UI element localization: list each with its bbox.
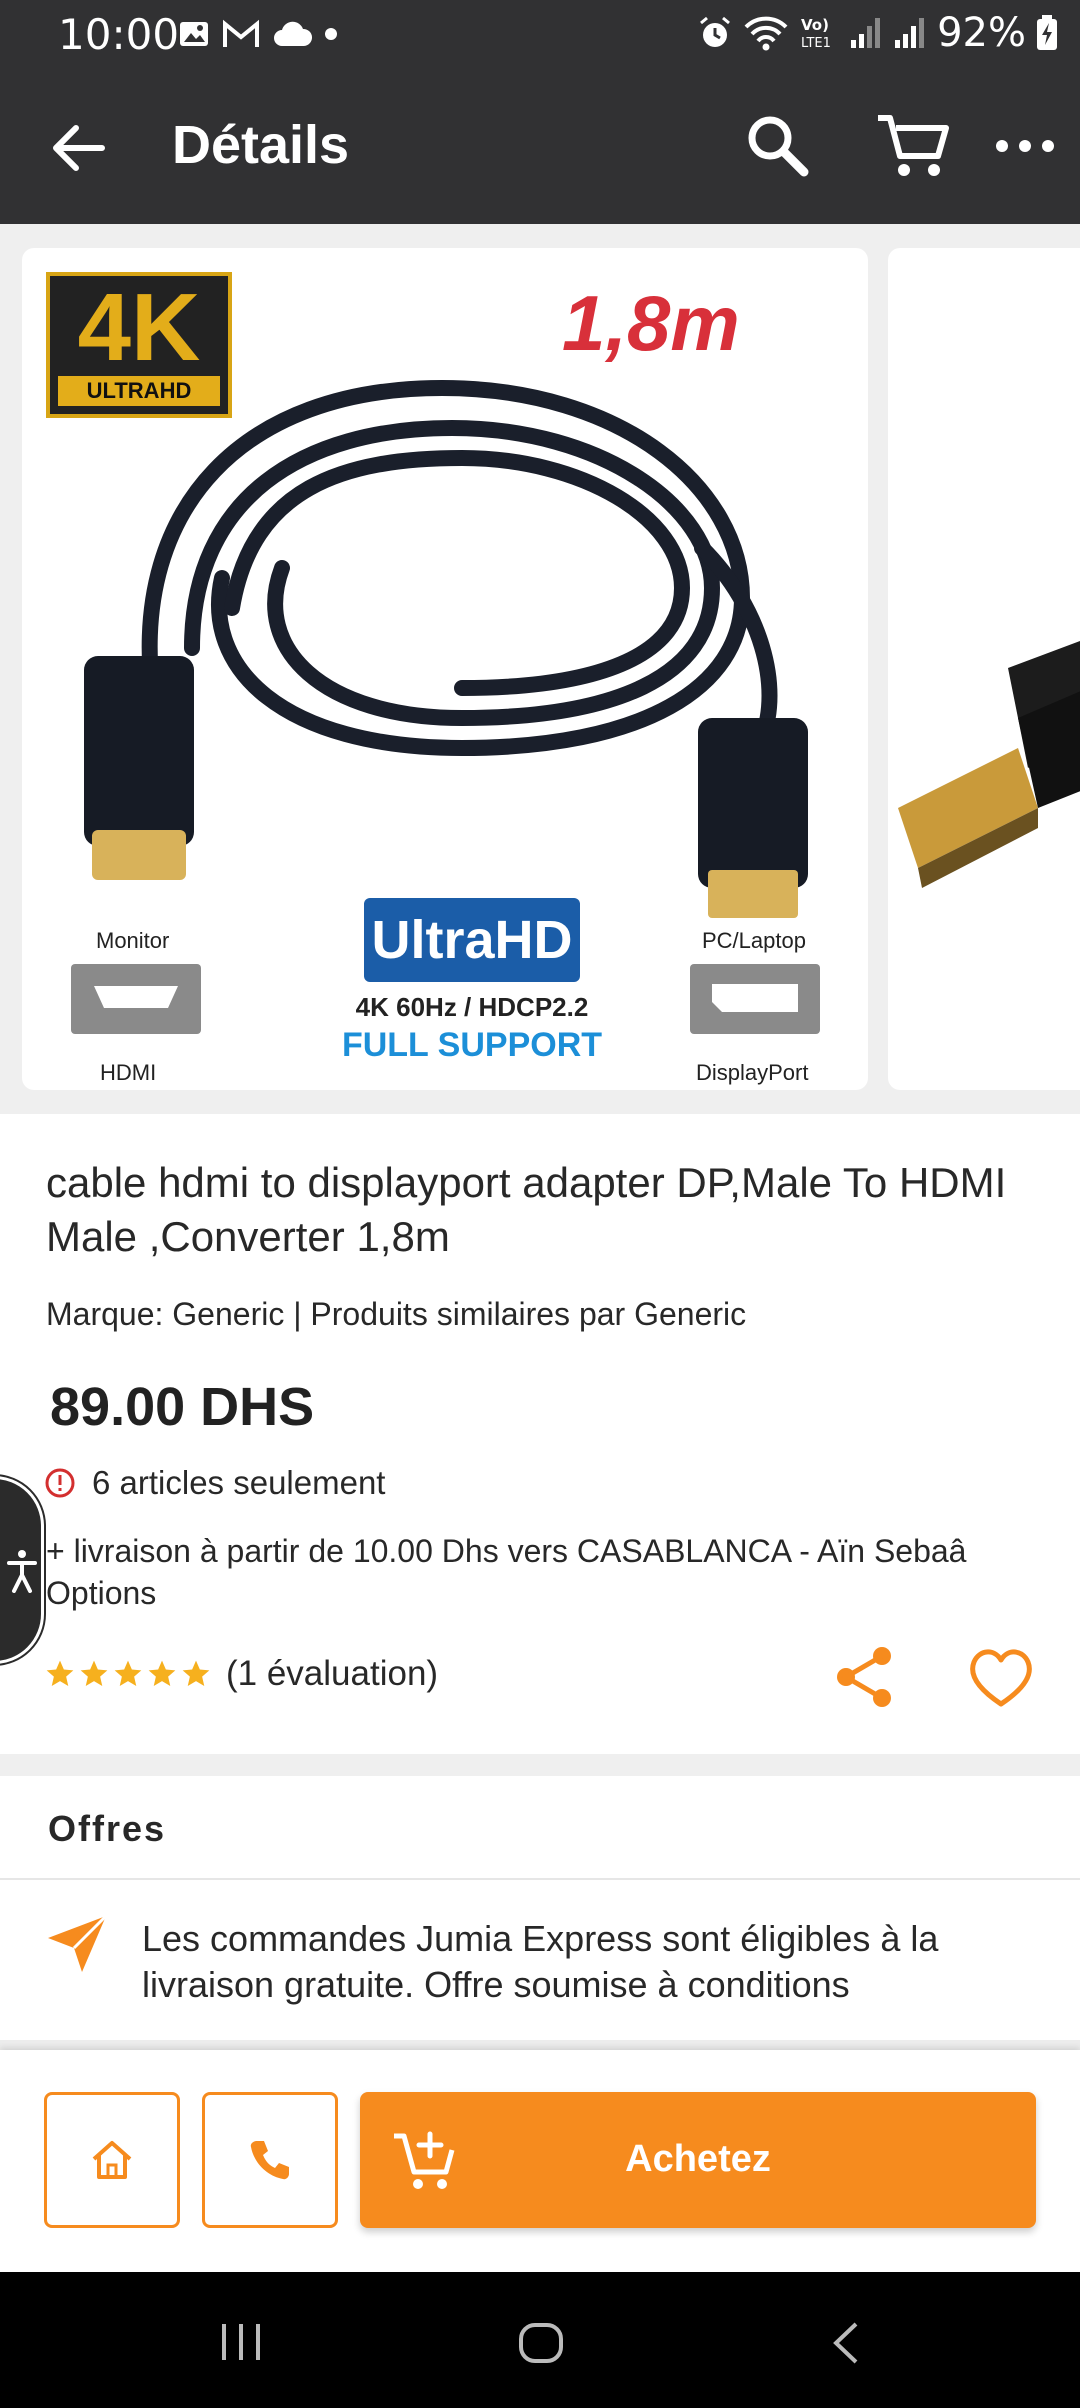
- favorite-button[interactable]: [964, 1642, 1038, 1712]
- product-image-next[interactable]: [888, 248, 1080, 1090]
- product-info: cable hdmi to displayport adapter DP,Mal…: [0, 1114, 1080, 1754]
- more-options-button[interactable]: [990, 116, 1060, 176]
- heart-icon: [970, 1649, 1032, 1707]
- star-icon: [114, 1660, 142, 1686]
- svg-text:LTE1: LTE1: [801, 36, 831, 51]
- battery-percent: 92%: [937, 10, 1026, 56]
- system-nav-bar: [0, 2272, 1080, 2408]
- back-arrow-icon: [53, 125, 105, 171]
- left-port-bottom-label: HDMI: [100, 1060, 157, 1085]
- nav-home-icon[interactable]: [518, 2322, 564, 2364]
- star-icon: [46, 1660, 74, 1686]
- uhd-spec: 4K 60Hz / HDCP2.2: [355, 992, 589, 1022]
- home-button[interactable]: [44, 2092, 180, 2228]
- search-icon: [748, 116, 809, 177]
- cloud-icon: [274, 21, 312, 46]
- cart-icon: [878, 115, 949, 176]
- offers-header: Offres: [0, 1776, 1080, 1880]
- offer-item[interactable]: Les commandes Jumia Express sont éligibl…: [0, 1880, 1080, 2040]
- gallery-icon: [180, 22, 208, 46]
- brand-line[interactable]: Marque: Generic | Produits similaires pa…: [46, 1296, 746, 1333]
- express-plane-icon: [48, 1914, 108, 1972]
- offers-title: Offres: [48, 1808, 167, 1849]
- wifi-icon: [744, 16, 788, 51]
- bottom-action-bar: Achetez: [0, 2050, 1080, 2272]
- svg-text:Vo): Vo): [801, 16, 829, 34]
- volte-icon: Vo) LTE1: [801, 16, 831, 51]
- connector-illustration: [898, 641, 1080, 888]
- share-icon: [837, 1647, 891, 1707]
- page-title: Détails: [172, 115, 350, 175]
- battery-charging-icon: [1037, 15, 1057, 50]
- right-port-top-label: PC/Laptop: [702, 928, 806, 953]
- app-bar: Détails: [0, 72, 1080, 224]
- phone-icon: [250, 2141, 289, 2180]
- product-gallery[interactable]: 4K ULTRAHD 1,8m Monitor HDMI PC/Laptop D…: [0, 224, 1080, 1114]
- section-divider: [0, 2040, 1080, 2050]
- rating-text[interactable]: (1 évaluation): [226, 1654, 438, 1694]
- signal-icon: [851, 18, 881, 48]
- accessibility-icon: [7, 1550, 37, 1593]
- status-time: 10:00: [58, 10, 180, 59]
- left-port-top-label: Monitor: [96, 928, 170, 953]
- nav-back-icon[interactable]: [828, 2320, 862, 2366]
- product-price: 89.00 DHS: [50, 1377, 315, 1437]
- rating-stars: [44, 1658, 212, 1690]
- star-icon: [80, 1660, 108, 1686]
- status-bar: 10:00 Vo) LTE1 92%: [0, 0, 1080, 72]
- star-icon: [148, 1660, 176, 1686]
- search-button[interactable]: [742, 110, 814, 182]
- dot-icon: [325, 28, 337, 40]
- signal-icon: [895, 18, 925, 48]
- alert-circle-icon: [45, 1468, 75, 1498]
- gmail-icon: [223, 19, 259, 47]
- delivery-info[interactable]: + livraison à partir de 10.00 Dhs vers C…: [46, 1530, 1036, 1614]
- star-icon: [182, 1660, 210, 1686]
- call-button[interactable]: [202, 2092, 338, 2228]
- back-button[interactable]: [46, 116, 110, 180]
- cart-button[interactable]: [874, 110, 952, 182]
- buy-button[interactable]: Achetez: [360, 2092, 1036, 2228]
- product-title: cable hdmi to displayport adapter DP,Mal…: [46, 1159, 1007, 1260]
- accessibility-tab[interactable]: [0, 1476, 44, 1664]
- more-icon: [996, 140, 1054, 152]
- section-divider: [0, 1754, 1080, 1776]
- share-button[interactable]: [830, 1642, 900, 1712]
- status-left-icons: [178, 18, 338, 50]
- status-right: Vo) LTE1 92%: [697, 10, 1058, 56]
- rating-row[interactable]: (1 évaluation): [44, 1654, 438, 1694]
- uhd-support: FULL SUPPORT: [341, 1026, 603, 1064]
- product-image-main[interactable]: 4K ULTRAHD 1,8m Monitor HDMI PC/Laptop D…: [22, 248, 868, 1090]
- alarm-icon: [700, 16, 731, 47]
- home-icon: [92, 2141, 132, 2179]
- right-port-bottom-label: DisplayPort: [696, 1060, 809, 1085]
- stock-row: 6 articles seulement: [44, 1464, 385, 1502]
- buy-button-label: Achetez: [625, 2138, 771, 2180]
- recents-icon[interactable]: [218, 2322, 264, 2362]
- stock-text: 6 articles seulement: [92, 1464, 386, 1501]
- offer-text: Les commandes Jumia Express sont éligibl…: [142, 1918, 939, 2005]
- uhd-badge: UltraHD: [364, 898, 580, 982]
